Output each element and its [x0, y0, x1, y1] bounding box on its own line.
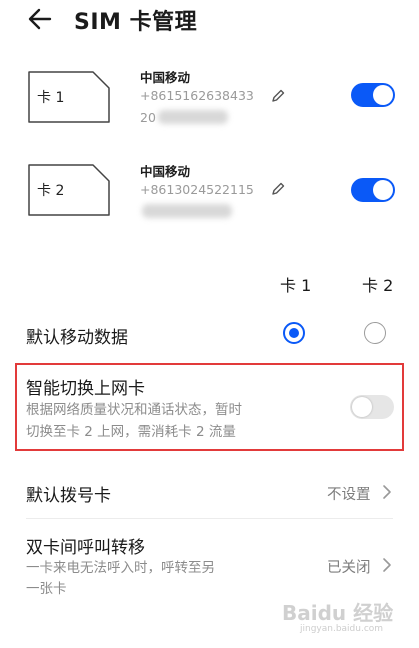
- sim-card-1-label: 卡 1: [37, 90, 65, 106]
- watermark-url: jingyan.baidu.com: [300, 624, 384, 634]
- chevron-right-icon[interactable]: [382, 484, 392, 500]
- default-dial-value[interactable]: 不设置: [327, 483, 371, 504]
- chevron-right-icon[interactable]: [382, 557, 392, 573]
- default-data-card-2-radio[interactable]: [364, 322, 386, 344]
- sim-2-carrier: 中国移动: [140, 164, 191, 179]
- sim-2-number-redaction: [142, 204, 232, 218]
- call-forward-desc-1: 一卡来电无法呼入时，呼转至另: [26, 560, 215, 576]
- default-data-card-1-radio[interactable]: [283, 322, 305, 344]
- sim-1-number: +8615162638433: [140, 88, 254, 103]
- sim-1-number-cont: 20: [140, 110, 156, 125]
- edit-icon[interactable]: [270, 88, 286, 104]
- sim-1-number-redaction: [158, 110, 228, 124]
- smart-switch-desc-1: 根据网络质量状况和通话状态，暂时: [26, 402, 242, 418]
- column-header-card-2: 卡 2: [362, 276, 394, 295]
- sim-card-1-icon: 卡 1: [26, 69, 112, 125]
- column-header-card-1: 卡 1: [280, 276, 312, 295]
- smart-switch-desc-2: 切换至卡 2 上网，需消耗卡 2 流量: [26, 424, 236, 440]
- app-header: SIM 卡管理: [0, 0, 419, 40]
- edit-icon[interactable]: [270, 181, 286, 197]
- sim-2-toggle[interactable]: [351, 178, 395, 202]
- page-title: SIM 卡管理: [74, 10, 198, 35]
- sim-2-number: +8613024522115: [140, 182, 254, 197]
- smart-switch-toggle[interactable]: [350, 395, 394, 419]
- call-forward-desc-2: 一张卡: [26, 581, 67, 597]
- back-arrow-icon[interactable]: [26, 5, 54, 33]
- default-dial-title[interactable]: 默认拨号卡: [26, 481, 111, 506]
- sim-card-list: 卡 1 中国移动 +8615162638433 20 卡 2 中国移动 +861…: [0, 40, 419, 244]
- sim-card-2-icon: 卡 2: [26, 162, 112, 218]
- watermark-logo: Baidu 经验: [282, 601, 394, 625]
- smart-switch-title: 智能切换上网卡: [26, 379, 145, 399]
- default-data-title: 默认移动数据: [26, 328, 128, 348]
- call-forward-title[interactable]: 双卡间呼叫转移: [26, 533, 145, 558]
- divider: [26, 518, 393, 519]
- sim-card-2-label: 卡 2: [37, 183, 65, 199]
- settings-list: 卡 1 卡 2 默认移动数据 智能切换上网卡 根据网络质量状况和通话状态，暂时 …: [0, 244, 419, 648]
- sim-1-carrier: 中国移动: [140, 70, 191, 85]
- sim-1-toggle[interactable]: [351, 83, 395, 107]
- call-forward-value[interactable]: 已关闭: [327, 556, 371, 577]
